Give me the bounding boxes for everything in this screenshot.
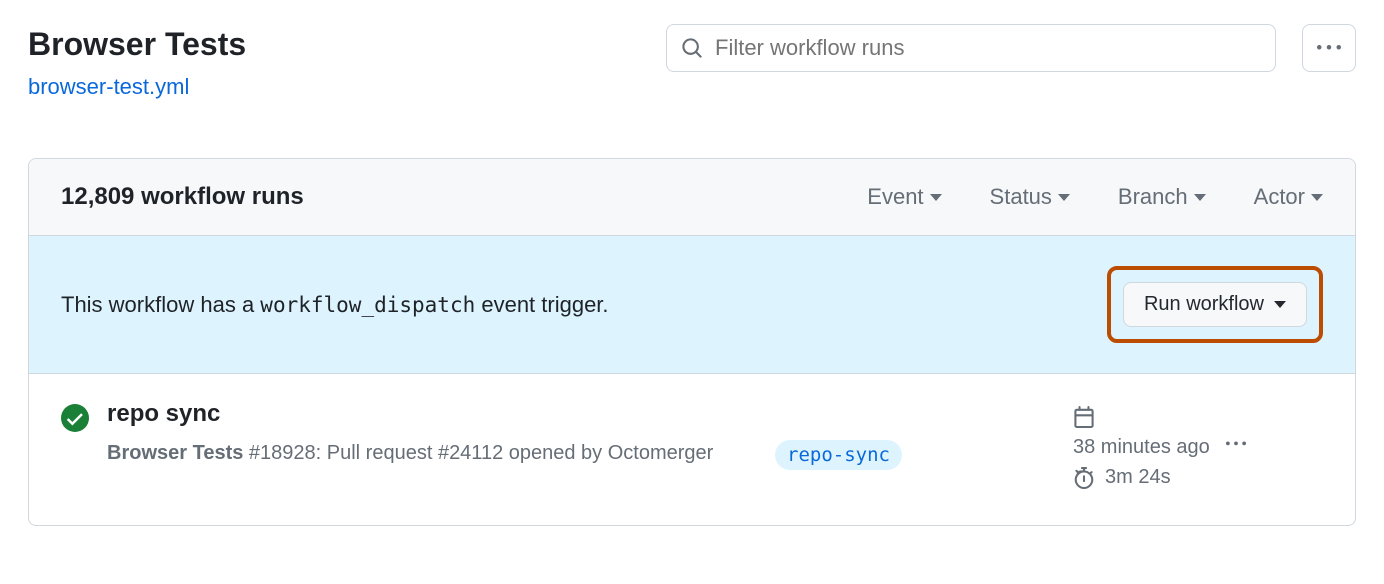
page-title: Browser Tests bbox=[28, 24, 650, 64]
caret-down-icon bbox=[1194, 194, 1206, 201]
run-time-ago: 38 minutes ago bbox=[1073, 436, 1210, 459]
run-subtitle: Browser Tests #18928: Pull request #2411… bbox=[107, 438, 757, 468]
run-title[interactable]: repo sync bbox=[107, 400, 757, 428]
calendar-icon bbox=[1073, 406, 1095, 428]
panel-header: 12,809 workflow runs Event Status Branch… bbox=[29, 159, 1355, 236]
workflow-run-row[interactable]: repo sync Browser Tests #18928: Pull req… bbox=[29, 374, 1355, 525]
kebab-icon bbox=[1226, 434, 1246, 454]
filter-event[interactable]: Event bbox=[867, 184, 941, 210]
kebab-icon bbox=[1317, 36, 1341, 60]
search-field[interactable] bbox=[666, 24, 1276, 72]
run-duration: 3m 24s bbox=[1105, 466, 1171, 489]
search-icon bbox=[681, 37, 703, 59]
filter-status[interactable]: Status bbox=[990, 184, 1070, 210]
run-more-button[interactable] bbox=[1226, 434, 1246, 460]
caret-down-icon bbox=[1274, 301, 1286, 308]
caret-down-icon bbox=[930, 194, 942, 201]
caret-down-icon bbox=[1311, 194, 1323, 201]
run-workflow-button[interactable]: Run workflow bbox=[1123, 282, 1307, 327]
runs-count-label: 12,809 workflow runs bbox=[61, 183, 867, 211]
workflow-dispatch-banner: This workflow has a workflow_dispatch ev… bbox=[29, 236, 1355, 374]
more-options-button[interactable] bbox=[1302, 24, 1356, 72]
search-input[interactable] bbox=[715, 35, 1261, 61]
workflow-file-link[interactable]: browser-test.yml bbox=[28, 74, 189, 100]
branch-chip[interactable]: repo-sync bbox=[775, 440, 902, 470]
filter-branch[interactable]: Branch bbox=[1118, 184, 1206, 210]
caret-down-icon bbox=[1058, 194, 1070, 201]
dispatch-code: workflow_dispatch bbox=[260, 293, 475, 317]
workflow-runs-panel: 12,809 workflow runs Event Status Branch… bbox=[28, 158, 1356, 526]
filter-actor[interactable]: Actor bbox=[1254, 184, 1323, 210]
dispatch-text: This workflow has a workflow_dispatch ev… bbox=[61, 292, 1107, 318]
run-workflow-highlight: Run workflow bbox=[1107, 266, 1323, 343]
stopwatch-icon bbox=[1073, 467, 1095, 489]
success-status-icon bbox=[61, 404, 89, 437]
